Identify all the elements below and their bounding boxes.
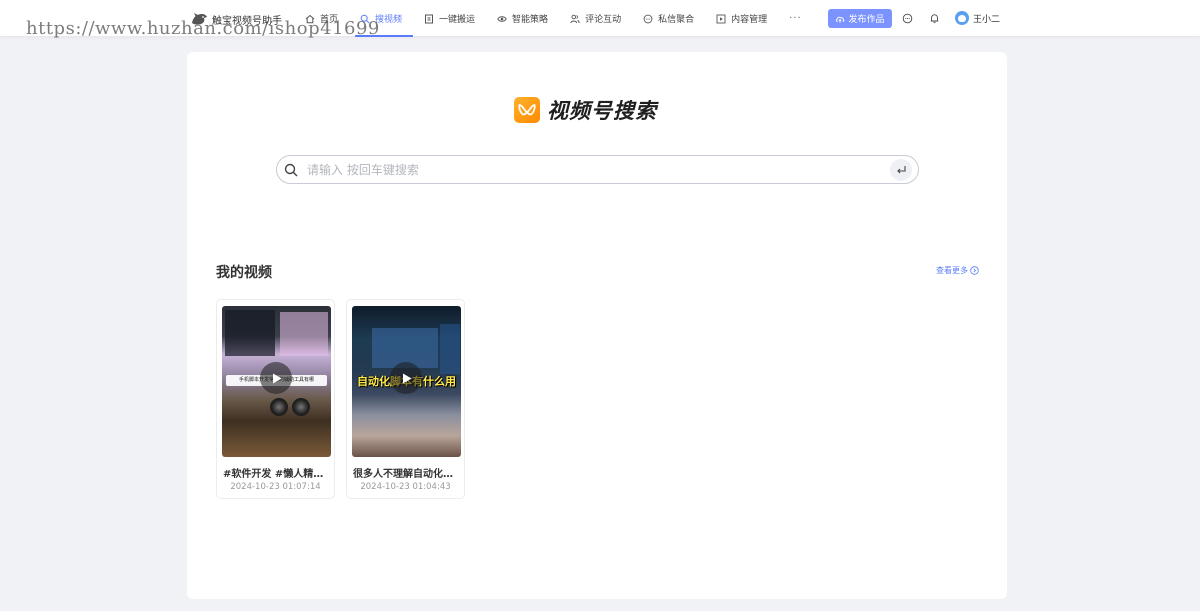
chat-icon bbox=[902, 13, 912, 23]
view-more-link[interactable]: 查看更多 bbox=[936, 265, 979, 276]
top-nav-bar: 触宝视频号助手 首页 搜视频 一键搬运 智能策略 评论互动 私信聚合 内容管理 … bbox=[0, 0, 1200, 39]
arrow-circle-right-icon bbox=[970, 266, 979, 275]
user-menu[interactable]: 王小二 bbox=[955, 11, 1000, 25]
copy-icon bbox=[425, 14, 434, 23]
avatar bbox=[955, 11, 969, 25]
play-button[interactable] bbox=[390, 362, 422, 394]
enter-icon bbox=[896, 166, 906, 174]
eye-icon bbox=[497, 15, 507, 22]
play-square-icon bbox=[716, 14, 726, 23]
view-more-label: 查看更多 bbox=[936, 266, 968, 275]
bell-icon bbox=[930, 13, 938, 23]
nav-item-private-message[interactable]: 私信聚合 bbox=[632, 0, 705, 37]
play-icon bbox=[402, 373, 411, 383]
play-button[interactable] bbox=[260, 362, 292, 394]
main-nav: 首页 搜视频 一键搬运 智能策略 评论互动 私信聚合 内容管理 ··· bbox=[294, 0, 813, 37]
nav-item-smart-strategy[interactable]: 智能策略 bbox=[486, 0, 559, 37]
search-icon bbox=[284, 163, 298, 176]
brand-name: 触宝视频号助手 bbox=[212, 15, 282, 27]
nav-more-button[interactable]: ··· bbox=[778, 0, 813, 37]
nav-item-label: 首页 bbox=[320, 15, 339, 25]
video-title: 很多人不理解自动化脚… bbox=[353, 469, 460, 480]
nav-item-label: 一键搬运 bbox=[439, 15, 476, 25]
my-videos-title: 我的视频 bbox=[216, 265, 272, 281]
nav-item-label: 内容管理 bbox=[731, 15, 768, 25]
user-name: 王小二 bbox=[973, 14, 1001, 25]
video-thumbnail: 自动化脚本有什么用 bbox=[352, 306, 461, 457]
brand[interactable]: 触宝视频号助手 bbox=[190, 11, 282, 27]
cloud-upload-icon bbox=[836, 16, 845, 23]
nav-item-home[interactable]: 首页 bbox=[294, 0, 349, 37]
hero-logo: 视频号搜索 bbox=[514, 95, 657, 125]
nav-item-label: 私信聚合 bbox=[658, 15, 695, 25]
publish-button[interactable]: 发布作品 bbox=[828, 9, 892, 28]
notifications-button[interactable] bbox=[928, 12, 940, 24]
channels-logo-icon bbox=[514, 97, 540, 123]
nav-item-search-video[interactable]: 搜视频 bbox=[349, 0, 414, 37]
hero-title: 视频号搜索 bbox=[547, 99, 657, 123]
enter-search-button[interactable] bbox=[890, 158, 912, 181]
video-card[interactable]: 手机脚本开发常用的辅助工具有哪 #软件开发 #懒人精灵#… 2024-10-23… bbox=[216, 299, 335, 499]
nav-item-one-click-move[interactable]: 一键搬运 bbox=[413, 0, 486, 37]
home-icon bbox=[305, 14, 315, 23]
publish-button-label: 发布作品 bbox=[848, 15, 885, 25]
play-icon bbox=[272, 373, 281, 383]
nav-item-content-management[interactable]: 内容管理 bbox=[705, 0, 778, 37]
search-icon bbox=[360, 14, 370, 23]
video-title: #软件开发 #懒人精灵#… bbox=[223, 469, 330, 480]
nav-item-label: 搜视频 bbox=[375, 15, 403, 25]
nav-item-label: 智能策略 bbox=[512, 15, 549, 25]
video-thumbnail: 手机脚本开发常用的辅助工具有哪 bbox=[222, 306, 331, 457]
nav-item-comment-interaction[interactable]: 评论互动 bbox=[559, 0, 632, 37]
video-timestamp: 2024-10-23 01:07:14 bbox=[230, 482, 321, 492]
search-panel: 视频号搜索 我的视频 查看更多 手机脚本开发常用的辅助工具有哪 #软件开发 #懒… bbox=[187, 52, 1007, 599]
brand-logo-icon bbox=[192, 13, 207, 25]
video-timestamp: 2024-10-23 01:04:43 bbox=[360, 482, 451, 492]
search-bar bbox=[276, 155, 919, 184]
search-input[interactable] bbox=[307, 156, 890, 183]
nav-item-label: 评论互动 bbox=[585, 15, 622, 25]
messages-button[interactable] bbox=[901, 12, 913, 24]
users-icon bbox=[570, 14, 580, 23]
message-icon bbox=[643, 14, 653, 23]
video-card[interactable]: 自动化脚本有什么用 很多人不理解自动化脚… 2024-10-23 01:04:4… bbox=[346, 299, 465, 499]
